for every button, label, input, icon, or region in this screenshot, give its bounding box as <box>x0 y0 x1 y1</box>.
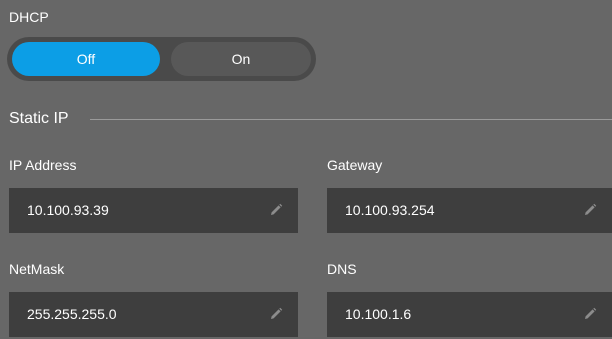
static-ip-section-title: Static IP <box>9 110 69 127</box>
gateway-label: Gateway <box>327 157 383 173</box>
dhcp-on-button[interactable]: On <box>171 42 311 76</box>
pencil-icon[interactable] <box>582 202 598 218</box>
dns-label: DNS <box>327 261 357 277</box>
gateway-field[interactable]: 10.100.93.254 <box>327 188 612 233</box>
pencil-icon[interactable] <box>268 202 284 218</box>
gateway-value: 10.100.93.254 <box>345 202 435 218</box>
pencil-icon[interactable] <box>268 306 284 322</box>
netmask-label: NetMask <box>9 261 65 277</box>
pencil-icon[interactable] <box>582 306 598 322</box>
section-divider <box>90 119 612 120</box>
dhcp-toggle: Off On <box>7 37 316 81</box>
ip-address-value: 10.100.93.39 <box>27 202 109 218</box>
ip-address-field[interactable]: 10.100.93.39 <box>9 188 298 233</box>
netmask-field[interactable]: 255.255.255.0 <box>9 292 298 337</box>
dhcp-label: DHCP <box>9 9 49 25</box>
dns-value: 10.100.1.6 <box>345 306 412 322</box>
dhcp-off-button[interactable]: Off <box>12 42 160 76</box>
dns-field[interactable]: 10.100.1.6 <box>327 292 612 337</box>
netmask-value: 255.255.255.0 <box>27 306 117 322</box>
ip-address-label: IP Address <box>9 157 77 173</box>
